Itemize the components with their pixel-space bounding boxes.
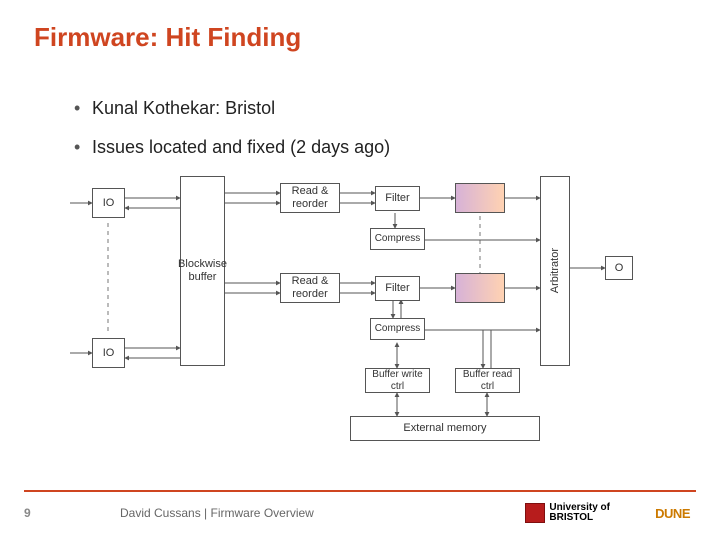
external-memory-box: External memory (350, 416, 540, 441)
page-number: 9 (24, 506, 31, 520)
arbitrator-box: Arbitrator (540, 176, 570, 366)
blockwise-buffer-box: Blockwise buffer (180, 176, 225, 366)
filter-bottom-box: Filter (375, 276, 420, 301)
compress-bottom-box: Compress (370, 318, 425, 340)
footer-rule (24, 490, 696, 492)
buffer-write-ctrl-box: Buffer write ctrl (365, 368, 430, 393)
dune-text: DUNE (655, 506, 690, 521)
bullet-item: Issues located and fixed (2 days ago) (74, 137, 686, 158)
io-box-top: IO (92, 188, 125, 218)
bristol-crest-icon (525, 503, 545, 523)
bristol-text: University of BRISTOL (549, 503, 610, 523)
slide-title: Firmware: Hit Finding (34, 22, 301, 53)
io-box-bottom: IO (92, 338, 125, 368)
arbitrator-label: Arbitrator (549, 248, 562, 293)
bristol-logo: University of BRISTOL (525, 502, 610, 524)
read-reorder-top-box: Read & reorder (280, 183, 340, 213)
read-reorder-bottom-box: Read & reorder (280, 273, 340, 303)
compress-top-box: Compress (370, 228, 425, 250)
filter-top-box: Filter (375, 186, 420, 211)
gradient-top-box (455, 183, 505, 213)
block-diagram: IO IO Blockwise buffer Read & reorder Re… (70, 168, 660, 458)
buffer-read-ctrl-box: Buffer read ctrl (455, 368, 520, 393)
bullet-item: Kunal Kothekar: Bristol (74, 98, 686, 119)
output-box: O (605, 256, 633, 280)
footer-text: David Cussans | Firmware Overview (120, 506, 314, 520)
bullet-list: Kunal Kothekar: Bristol Issues located a… (34, 98, 686, 176)
gradient-bottom-box (455, 273, 505, 303)
dune-logo: DUNE (655, 502, 690, 524)
